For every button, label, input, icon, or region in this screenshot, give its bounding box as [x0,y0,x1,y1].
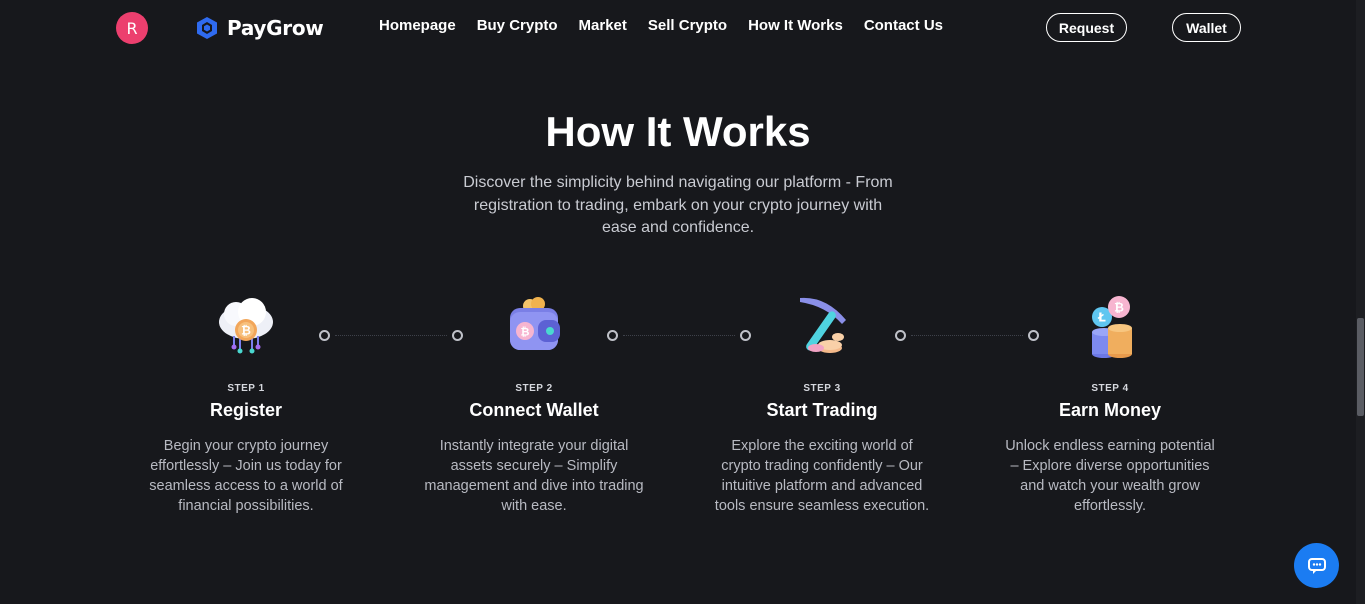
step-description: Unlock endless earning potential – Explo… [1005,438,1215,514]
nav-buy-crypto[interactable]: Buy Crypto [477,17,558,34]
pickaxe-coins-icon [800,297,846,353]
step-card-start-trading: STEP 3 Start Trading Explore the excitin… [702,290,942,516]
top-navbar: R PayGrow Homepage Buy Crypto Market Sel… [0,0,1365,56]
avatar-letter: R [126,18,138,38]
svg-text:₿: ₿ [241,324,251,338]
step-description: Instantly integrate your digital assets … [424,438,644,514]
svg-text:Ł: Ł [1097,311,1106,325]
step-number: STEP 1 [227,383,265,394]
cube-logo-icon [197,17,217,39]
step-description: Begin your crypto journey effortlessly –… [149,438,343,514]
wallet-button[interactable]: Wallet [1172,13,1241,42]
step-card-earn-money: Ł ₿ STEP 4 Earn Money Unlock endless ear… [990,290,1230,516]
coin-stack-icon: Ł ₿ [1092,296,1132,358]
step-card-register: ₿ STEP 1 Register Begin your crypto jour… [126,290,366,516]
cloud-bitcoin-icon: ₿ [219,298,273,354]
nav-contact-us[interactable]: Contact Us [864,17,943,34]
svg-text:₿: ₿ [1114,301,1124,315]
step-title: Connect Wallet [469,400,599,420]
step-description: Explore the exciting world of crypto tra… [714,438,930,514]
section-title: How It Works [545,108,811,155]
chat-launcher-button[interactable] [1294,543,1339,588]
nav-market[interactable]: Market [579,17,627,34]
scrollbar-thumb[interactable] [1357,318,1364,416]
step-number: STEP 2 [515,383,553,394]
brand-logo[interactable]: PayGrow [195,13,324,43]
brand-name: PayGrow [227,16,324,40]
step-title: Start Trading [766,400,878,420]
svg-text:₿: ₿ [521,326,530,339]
nav-how-it-works[interactable]: How It Works [748,17,843,34]
step-number: STEP 3 [803,383,841,394]
scrollbar-track[interactable] [1356,0,1365,604]
section-subtitle: Discover the simplicity behind navigatin… [463,174,893,236]
chat-icon [1307,557,1326,574]
wallet-icon: ₿ [510,297,560,350]
step-title: Earn Money [1058,400,1162,420]
step-title: Register [209,400,283,420]
main-nav: Homepage Buy Crypto Market Sell Crypto H… [379,17,964,34]
step-number: STEP 4 [1091,383,1129,394]
request-button[interactable]: Request [1046,13,1127,42]
nav-homepage[interactable]: Homepage [379,17,456,34]
user-avatar[interactable]: R [116,12,148,44]
step-card-connect-wallet: ₿ STEP 2 Connect Wallet Instantly integr… [414,290,654,516]
nav-sell-crypto[interactable]: Sell Crypto [648,17,727,34]
